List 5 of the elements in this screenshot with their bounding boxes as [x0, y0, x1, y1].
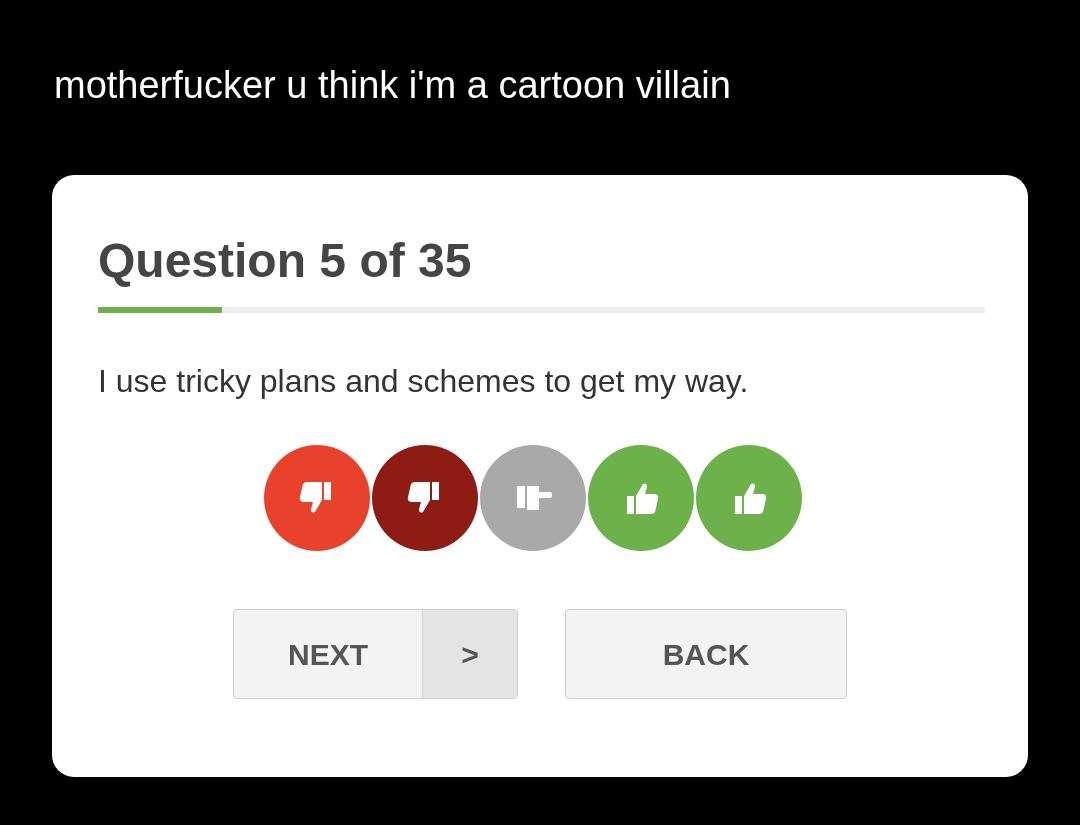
question-text: I use tricky plans and schemes to get my way.	[98, 362, 750, 401]
question-counter: Question 5 of 35	[98, 233, 473, 289]
post-caption: motherfucker u think i'm a cartoon villain	[54, 63, 732, 108]
back-button[interactable]: BACK	[565, 609, 847, 699]
next-button[interactable]: NEXT >	[233, 609, 518, 699]
